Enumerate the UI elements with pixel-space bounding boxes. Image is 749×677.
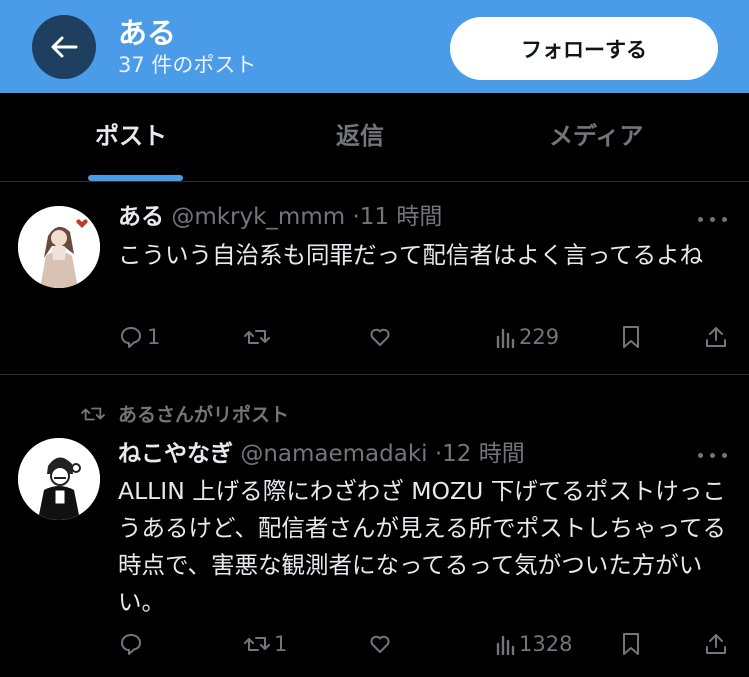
repost-icon [81, 407, 105, 420]
tab-media[interactable]: メディア [549, 121, 643, 151]
post-text: ALLIN 上げる際にわざわざ MOZU 下げてるポストけっこうあるけど、配信者… [118, 477, 726, 616]
profile-tabs: ポスト 返信 メディア [0, 93, 749, 182]
author-name[interactable]: ねこやなぎ [118, 441, 233, 467]
back-button[interactable] [32, 15, 96, 79]
post[interactable]: あるさんがリポスト ねこやなぎ @namaemadaki ·12 時間 ALLI… [0, 376, 749, 677]
more-icon [698, 217, 703, 222]
post-header: ねこやなぎ @namaemadaki ·12 時間 [118, 439, 525, 469]
more-button[interactable] [698, 215, 728, 225]
repost-button[interactable] [244, 325, 274, 349]
share-icon [706, 634, 726, 654]
more-icon-dot [722, 453, 727, 458]
follow-button[interactable]: フォローする [450, 17, 718, 80]
post-time[interactable]: 12 時間 [442, 441, 525, 467]
bookmark-icon [623, 633, 639, 655]
profile-name: ある [118, 16, 177, 50]
bookmark-button[interactable] [621, 632, 641, 656]
active-tab-indicator [88, 175, 183, 181]
bookmark-icon [623, 326, 639, 348]
like-button[interactable] [368, 632, 392, 656]
views-count: 1328 [519, 632, 573, 656]
share-icon [706, 327, 726, 347]
post-count: 37 件のポスト [118, 53, 257, 77]
like-icon [370, 635, 390, 653]
views-icon [496, 635, 515, 655]
post-time[interactable]: 11 時間 [360, 204, 443, 230]
bookmark-button[interactable] [621, 325, 641, 349]
post[interactable]: ある @mkryk_mmm ·11 時間 こういう自治系も同罪だって配信者はよく… [0, 182, 749, 375]
repost-button[interactable]: 1 [244, 632, 287, 656]
post-text: こういう自治系も同罪だって配信者はよく言ってるよね [118, 241, 704, 269]
more-icon-dot [722, 217, 727, 222]
author-handle[interactable]: @mkryk_mmm [171, 204, 345, 230]
repost-count: 1 [274, 632, 288, 656]
reply-count: 1 [147, 325, 161, 349]
more-button[interactable] [698, 451, 728, 461]
repost-context-label: あるさんがリポスト [118, 404, 290, 426]
repost-icon [244, 330, 270, 344]
avatar-illustration-icon [18, 206, 100, 288]
author-handle[interactable]: @namaemadaki [240, 441, 427, 467]
tab-replies[interactable]: 返信 [336, 121, 384, 151]
separator-dot: · [352, 204, 360, 230]
more-icon-dot [710, 217, 715, 222]
like-icon [370, 328, 390, 346]
reply-button[interactable] [119, 632, 147, 656]
back-arrow-icon [51, 36, 78, 58]
reply-icon [121, 327, 141, 348]
reply-button[interactable]: 1 [119, 325, 160, 349]
share-button[interactable] [705, 632, 727, 656]
avatar-illustration-icon [18, 438, 100, 520]
views-button[interactable]: 229 [495, 325, 559, 349]
more-icon [698, 453, 703, 458]
reply-icon [121, 634, 141, 655]
author-name[interactable]: ある [118, 204, 164, 230]
like-button[interactable] [368, 325, 392, 349]
tab-posts[interactable]: ポスト [95, 121, 167, 151]
repost-icon [244, 637, 270, 651]
avatar[interactable] [18, 438, 100, 520]
post-actions: 1 229 [0, 325, 749, 359]
views-button[interactable]: 1328 [495, 632, 572, 656]
views-icon [496, 328, 515, 348]
profile-header: ある 37 件のポスト フォローする [0, 0, 749, 93]
repost-context[interactable]: あるさんがリポスト [80, 400, 289, 427]
more-icon-dot [710, 453, 715, 458]
post-actions: 1 1328 [0, 632, 749, 666]
avatar[interactable] [18, 206, 100, 288]
views-count: 229 [519, 325, 560, 349]
share-button[interactable] [705, 325, 727, 349]
post-header: ある @mkryk_mmm ·11 時間 [118, 202, 442, 232]
